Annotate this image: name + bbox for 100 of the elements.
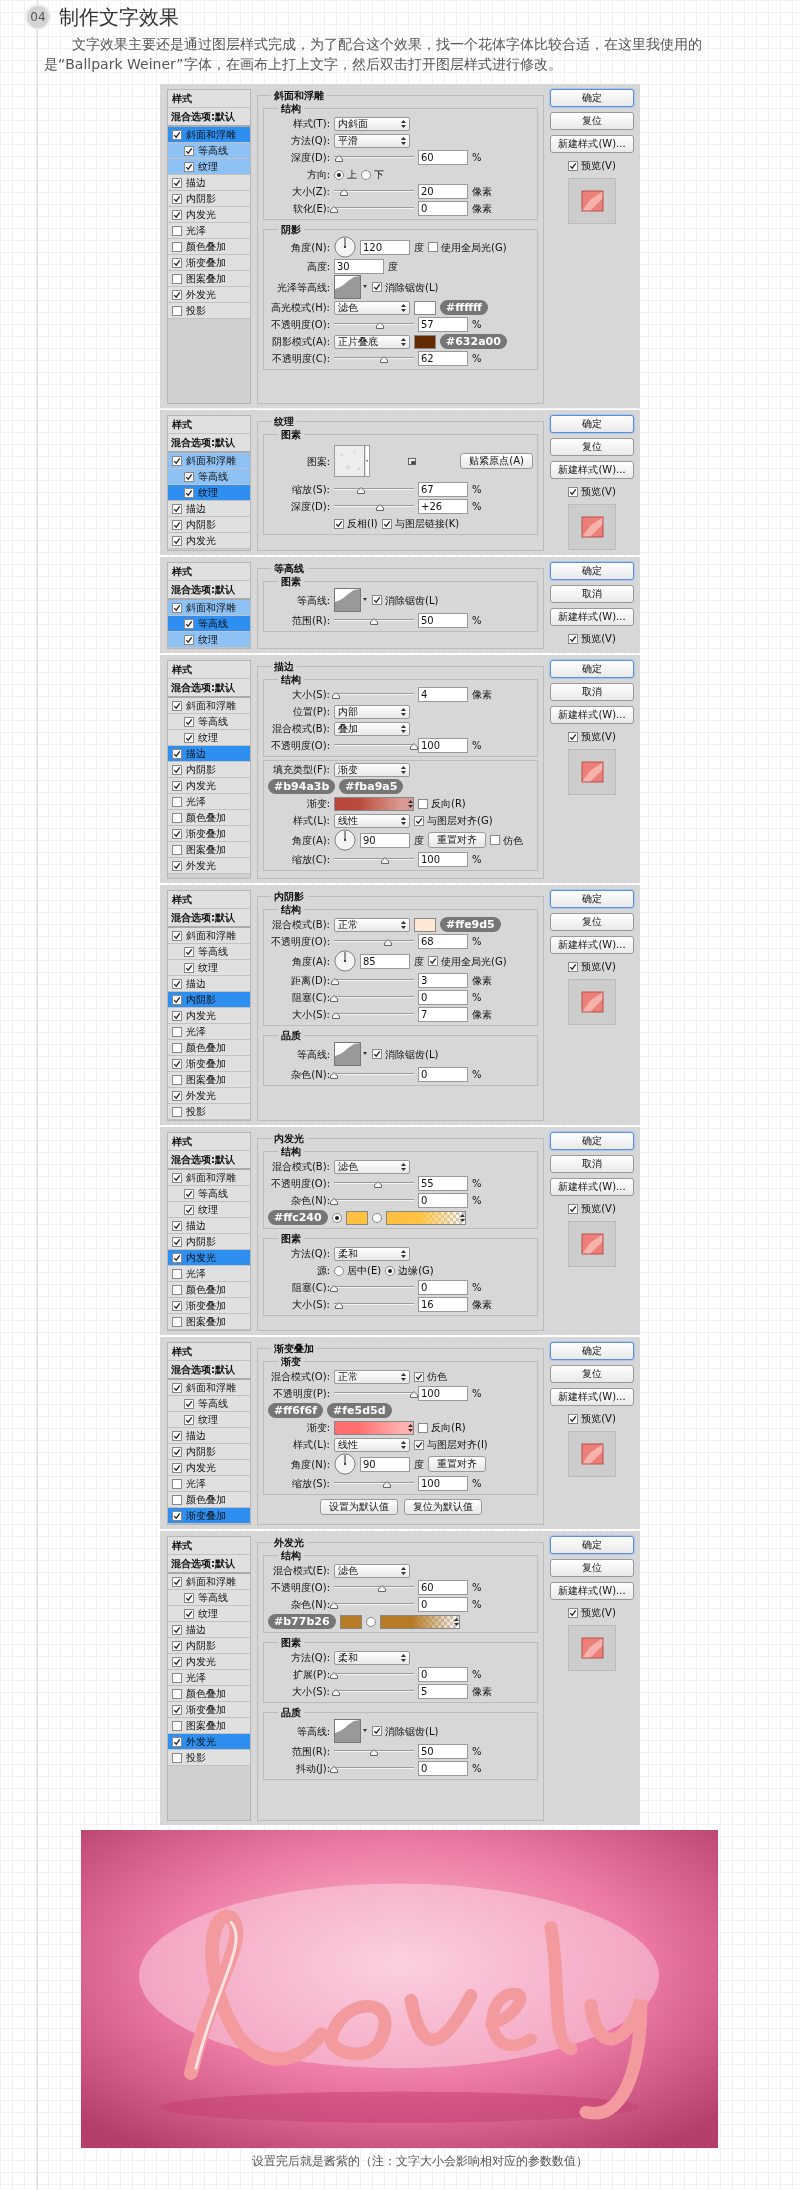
dialog-button[interactable]: 新建样式(W)... <box>550 135 634 153</box>
sidebar-item[interactable]: 描边 <box>168 1218 250 1234</box>
dropdown[interactable]: 柔和 <box>334 1650 410 1665</box>
checkbox-option[interactable]: 与图层链接(K) <box>381 516 460 531</box>
slider-thumb[interactable] <box>330 1765 338 1773</box>
sidebar-item[interactable]: 投影 <box>168 1750 250 1766</box>
checkbox[interactable] <box>372 282 382 292</box>
slider-thumb[interactable] <box>334 1301 343 1309</box>
value-field[interactable]: 0 <box>418 1193 468 1208</box>
sidebar-item[interactable]: 斜面和浮雕 <box>168 1574 250 1590</box>
sidebar-item[interactable]: 图案叠加 <box>168 1072 250 1088</box>
angle-dial[interactable] <box>334 829 356 851</box>
sidebar-item[interactable]: 内阴影 <box>168 992 250 1008</box>
sidebar-item[interactable]: 斜面和浮雕 <box>168 928 250 944</box>
checkbox[interactable] <box>172 1576 182 1587</box>
sidebar-item[interactable]: 内发光 <box>168 533 250 549</box>
angle-dial[interactable] <box>334 236 356 258</box>
gradient-picker[interactable] <box>385 1210 466 1225</box>
checkbox[interactable] <box>418 798 428 809</box>
sidebar-item[interactable]: 等高线 <box>168 616 250 632</box>
checkbox[interactable] <box>172 796 182 807</box>
checkbox[interactable] <box>172 780 182 791</box>
radio-option[interactable]: 边缘(G) <box>385 1263 434 1278</box>
checkbox[interactable] <box>172 1704 182 1715</box>
checkbox[interactable] <box>414 1439 424 1450</box>
dialog-button[interactable]: 取消 <box>550 683 634 701</box>
checkbox[interactable] <box>372 595 382 605</box>
sidebar-item[interactable]: 纹理 <box>168 632 250 648</box>
checkbox-option[interactable]: 预览(V) <box>568 1201 616 1216</box>
sidebar-item[interactable]: 内发光 <box>168 1008 250 1024</box>
value-field[interactable]: 60 <box>418 1580 468 1595</box>
value-field[interactable]: 100 <box>418 1386 468 1401</box>
checkbox[interactable] <box>172 1010 182 1021</box>
value-field[interactable]: 0 <box>418 1597 468 1612</box>
value-field[interactable]: 50 <box>418 613 468 628</box>
value-field[interactable]: 0 <box>418 1667 468 1682</box>
sidebar-item[interactable]: 纹理 <box>168 730 250 746</box>
checkbox[interactable] <box>172 1172 182 1183</box>
value-field[interactable]: 90 <box>360 1456 410 1472</box>
checkbox[interactable] <box>184 732 194 743</box>
checkbox[interactable] <box>172 1688 182 1699</box>
sidebar-item[interactable]: 描边 <box>168 1428 250 1444</box>
color-swatch[interactable] <box>339 1614 362 1629</box>
checkbox[interactable] <box>184 1204 194 1215</box>
sidebar-item[interactable]: 斜面和浮雕 <box>168 698 250 714</box>
checkbox[interactable] <box>568 160 579 171</box>
dropdown[interactable]: 叠加 <box>334 721 410 736</box>
checkbox-option[interactable]: 消除锯齿(L) <box>372 279 439 295</box>
checkbox-option[interactable]: 消除锯齿(L) <box>372 1723 439 1739</box>
value-field[interactable]: 100 <box>418 1476 468 1491</box>
sidebar-item[interactable]: 纹理 <box>168 159 250 175</box>
dialog-button[interactable]: 新建样式(W)... <box>550 1582 634 1600</box>
sidebar-item[interactable]: 纹理 <box>168 1606 250 1622</box>
dialog-button[interactable]: 新建样式(W)... <box>550 608 634 626</box>
value-field[interactable]: 90 <box>360 832 410 848</box>
sidebar-item[interactable]: 描边 <box>168 501 250 517</box>
checkbox-option[interactable]: 与图层对齐(G) <box>414 813 493 828</box>
checkbox[interactable] <box>568 1607 579 1618</box>
checkbox[interactable] <box>172 1510 182 1521</box>
dialog-button[interactable]: 设置为默认值 <box>319 1498 398 1515</box>
sidebar-item[interactable]: 内阴影 <box>168 762 250 778</box>
checkbox[interactable] <box>172 1316 182 1327</box>
checkbox[interactable] <box>184 716 194 727</box>
sidebar-item[interactable]: 等高线 <box>168 1396 250 1412</box>
dialog-button[interactable]: 复位 <box>550 1365 634 1383</box>
dropdown[interactable]: 渐变 <box>334 762 410 777</box>
sidebar-item[interactable]: 图案叠加 <box>168 1314 250 1330</box>
dialog-button[interactable]: 确定 <box>550 660 634 678</box>
checkbox[interactable] <box>172 1446 182 1457</box>
value-field[interactable]: 62 <box>418 351 468 366</box>
slider-thumb[interactable] <box>330 1284 338 1292</box>
checkbox[interactable] <box>568 486 579 497</box>
checkbox[interactable] <box>172 1252 182 1263</box>
checkbox[interactable] <box>184 1608 194 1619</box>
checkbox-option[interactable]: 使用全局光(G) <box>428 953 507 969</box>
slider-thumb[interactable] <box>330 1071 338 1079</box>
dropdown[interactable]: 柔和 <box>334 1246 410 1261</box>
checkbox[interactable] <box>372 1726 382 1736</box>
value-field[interactable]: 57 <box>418 317 468 332</box>
dialog-button[interactable]: 复位 <box>550 1559 634 1577</box>
value-field[interactable]: 50 <box>418 1744 468 1759</box>
checkbox-option[interactable]: 反向(R) <box>418 1420 466 1435</box>
color-swatch[interactable] <box>414 334 436 349</box>
checkbox[interactable] <box>172 257 182 268</box>
slider-thumb[interactable] <box>381 856 390 864</box>
dialog-button[interactable]: 确定 <box>550 1536 634 1554</box>
checkbox[interactable] <box>172 455 182 466</box>
checkbox-option[interactable]: 预览(V) <box>568 158 616 173</box>
slider-thumb[interactable] <box>331 1688 340 1696</box>
sidebar-item[interactable]: 纹理 <box>168 960 250 976</box>
checkbox[interactable] <box>334 518 344 529</box>
checkbox[interactable] <box>172 994 182 1005</box>
checkbox[interactable] <box>428 956 438 966</box>
checkbox[interactable] <box>184 634 194 645</box>
checkbox[interactable] <box>172 1672 182 1683</box>
gradient-picker[interactable] <box>379 1614 460 1629</box>
sidebar-item[interactable]: 图案叠加 <box>168 1718 250 1734</box>
value-field[interactable]: +26 <box>418 499 468 514</box>
sidebar-item[interactable]: 混合选项:默认 <box>168 434 250 453</box>
sidebar-item[interactable]: 外发光 <box>168 858 250 874</box>
